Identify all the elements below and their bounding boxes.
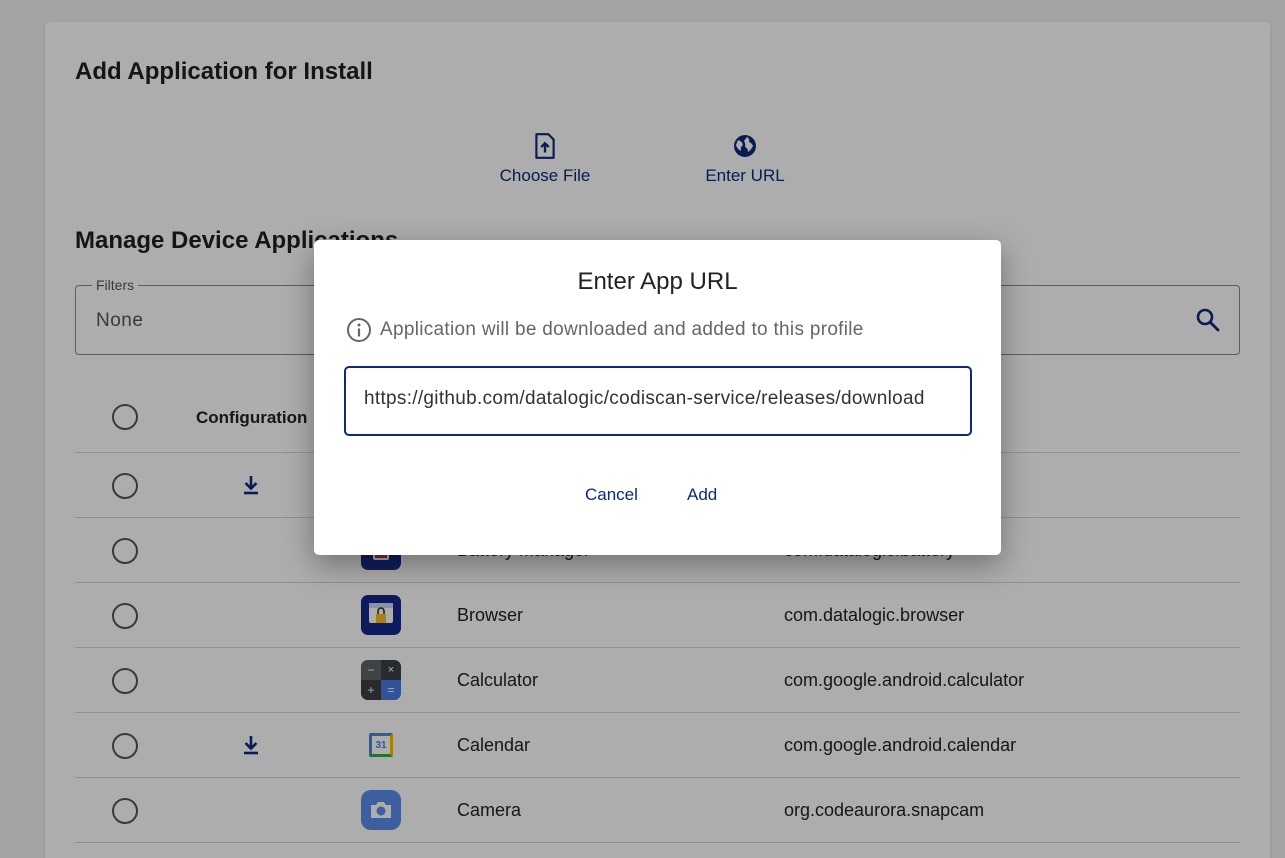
dialog-info-text: Application will be downloaded and added… bbox=[380, 319, 864, 340]
add-button[interactable]: Add bbox=[687, 485, 717, 505]
info-icon bbox=[347, 318, 371, 342]
url-field[interactable] bbox=[344, 366, 972, 436]
url-input[interactable] bbox=[364, 388, 954, 410]
dialog-info: Application will be downloaded and added… bbox=[346, 317, 864, 343]
enter-app-url-dialog: Enter App URL Application will be downlo… bbox=[314, 240, 1001, 555]
cancel-button[interactable]: Cancel bbox=[585, 485, 638, 505]
page: Add Application for Install Choose File … bbox=[0, 0, 1285, 858]
dialog-title: Enter App URL bbox=[577, 268, 738, 295]
